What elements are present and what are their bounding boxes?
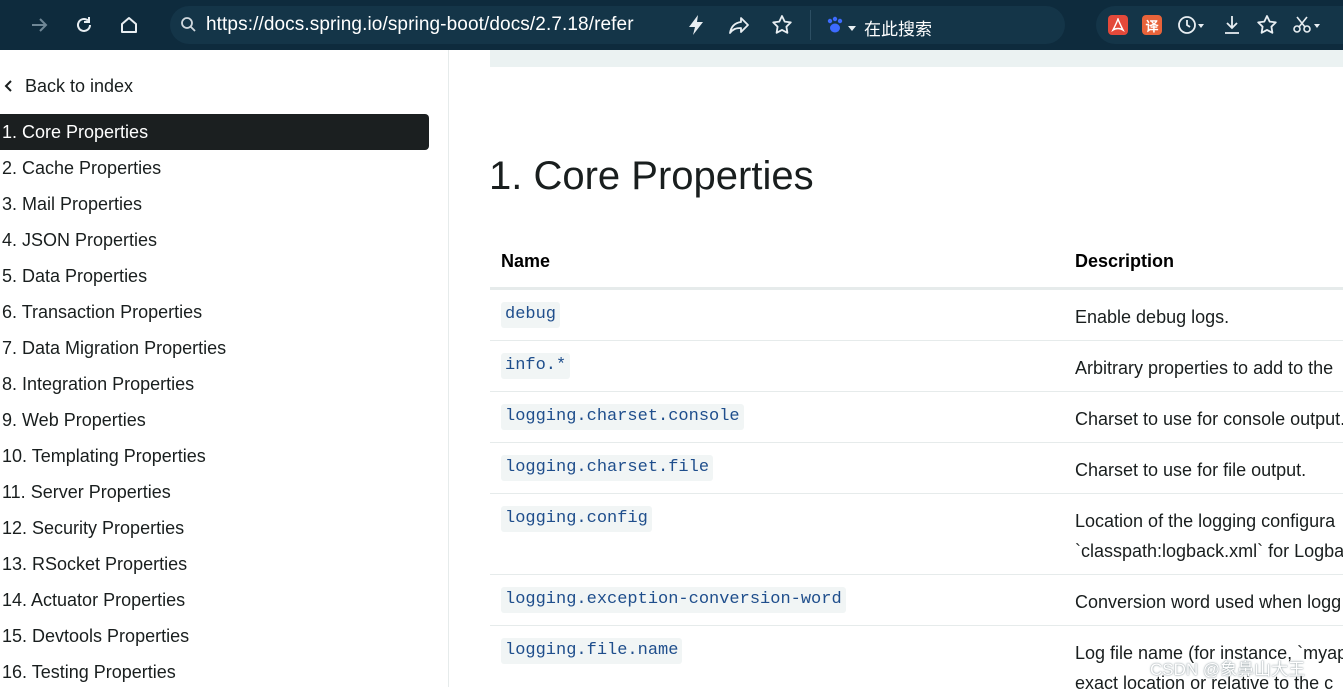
toc-item[interactable]: 13. RSocket Properties <box>0 546 429 582</box>
table-row: debug Enable debug logs. <box>490 290 1343 341</box>
table-row: info.* Arbitrary properties to add to the <box>490 341 1343 392</box>
toc-item[interactable]: 8. Integration Properties <box>0 366 429 402</box>
table-row: logging.charset.file Charset to use for f… <box>490 443 1343 494</box>
toc-item[interactable]: 16. Testing Properties <box>0 654 429 690</box>
property-name[interactable]: logging.file.name <box>501 638 683 664</box>
toc-item[interactable]: 7. Data Migration Properties <box>0 330 429 366</box>
back-to-index-link[interactable]: Back to index <box>0 74 133 98</box>
toc-item[interactable]: 2. Cache Properties <box>0 150 429 186</box>
favorites-icon[interactable] <box>1256 14 1278 41</box>
divider <box>810 10 811 40</box>
table-row: logging.charset.console Charset to use fo… <box>490 392 1343 443</box>
url-text[interactable]: https://docs.spring.io/spring-boot/docs/… <box>206 14 634 36</box>
property-name[interactable]: logging.charset.file <box>501 455 714 481</box>
lightning-icon[interactable] <box>686 14 706 41</box>
description-line: Charset to use for file output. <box>1075 460 1307 480</box>
page-title: 1. Core Properties <box>489 154 814 198</box>
property-description: Conversion word used when logg <box>1075 587 1341 617</box>
home-icon[interactable] <box>112 8 146 42</box>
download-icon[interactable] <box>1222 14 1242 41</box>
toc-item[interactable]: 14. Actuator Properties <box>0 582 429 618</box>
toc-item[interactable]: 3. Mail Properties <box>0 186 429 222</box>
table-row: logging.config Location of the logging co… <box>490 494 1343 575</box>
search-icon <box>180 16 196 37</box>
description-line: Enable debug logs. <box>1075 307 1230 327</box>
history-icon[interactable] <box>1176 14 1206 41</box>
property-description: Charset to use for console output. <box>1075 404 1343 434</box>
share-icon[interactable] <box>728 15 750 40</box>
description-line: `classpath:logback.xml` for Logba <box>1075 541 1343 561</box>
property-name[interactable]: logging.exception-conversion-word <box>501 587 846 613</box>
browser-toolbar: https://docs.spring.io/spring-boot/docs/… <box>0 0 1343 50</box>
table-row: logging.exception-conversion-word Convers… <box>490 575 1343 626</box>
translate-icon[interactable]: 译 <box>1142 15 1162 35</box>
toc-item[interactable]: 4. JSON Properties <box>0 222 429 258</box>
address-bar[interactable]: https://docs.spring.io/spring-boot/docs/… <box>170 6 1065 44</box>
back-to-index-label: Back to index <box>25 75 134 96</box>
toc-item[interactable]: 15. Devtools Properties <box>0 618 429 654</box>
toc-item[interactable]: 1. Core Properties <box>0 114 429 150</box>
toc-item[interactable]: 9. Web Properties <box>0 402 429 438</box>
paw-icon[interactable] <box>825 15 845 40</box>
star-icon[interactable] <box>771 14 793 41</box>
watermark: CSDN @象鼻山大王 <box>1150 660 1306 679</box>
previous-section-bar <box>490 50 1343 67</box>
reload-icon[interactable] <box>67 8 101 42</box>
description-line: Location of the logging configura <box>1075 511 1336 531</box>
toc-item[interactable]: 5. Data Properties <box>0 258 429 294</box>
column-header-description: Description <box>1075 251 1175 271</box>
scissors-icon[interactable] <box>1292 14 1322 41</box>
property-name[interactable]: logging.config <box>501 506 652 532</box>
description-line: Arbitrary properties to add to the <box>1075 358 1334 378</box>
pdf-icon[interactable] <box>1108 15 1128 35</box>
column-header-name: Name <box>501 251 551 271</box>
toc-item[interactable]: 12. Security Properties <box>0 510 429 546</box>
property-description: Charset to use for file output. <box>1075 455 1306 485</box>
property-description: Enable debug logs. <box>1075 302 1229 332</box>
toc-item[interactable]: 6. Transaction Properties <box>0 294 429 330</box>
forward-icon[interactable] <box>22 8 56 42</box>
chevron-down-icon[interactable] <box>848 19 856 37</box>
extensions-area: 译 <box>1096 6 1343 44</box>
chevron-left-icon <box>0 79 25 93</box>
property-name[interactable]: info.* <box>501 353 571 379</box>
description-line: Charset to use for console output. <box>1075 409 1343 429</box>
toc-item[interactable]: 10. Templating Properties <box>0 438 429 474</box>
property-description: Arbitrary properties to add to the <box>1075 353 1333 383</box>
sidebar-toc: Back to index 1. Core Properties 2. Cache… <box>0 50 449 687</box>
search-engine-label[interactable]: 在此搜索 <box>864 15 932 40</box>
property-name[interactable]: debug <box>501 302 561 328</box>
description-line: Conversion word used when logg <box>1075 592 1342 612</box>
property-description: Location of the logging configura `classp… <box>1075 506 1343 566</box>
property-name[interactable]: logging.charset.console <box>501 404 744 430</box>
toc-item[interactable]: 11. Server Properties <box>0 474 429 510</box>
